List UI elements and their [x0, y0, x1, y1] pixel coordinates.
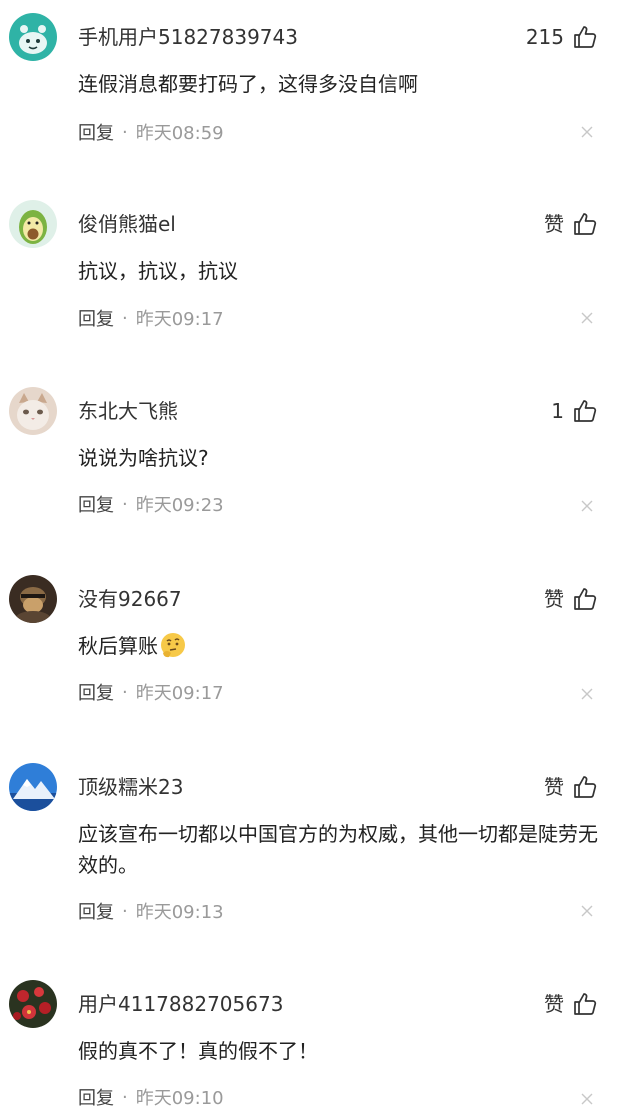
separator-dot: · [122, 681, 128, 703]
thumbs-up-icon [574, 776, 597, 798]
like-count: 赞 [544, 992, 564, 1016]
reply-button[interactable]: 回复 [78, 898, 114, 924]
reply-button[interactable]: 回复 [78, 119, 114, 145]
like-button[interactable]: 1 [551, 395, 598, 427]
dark-photo-avatar[interactable] [9, 575, 57, 623]
thumbs-up-icon [574, 26, 597, 48]
comment-text: 抗议，抗议，抗议 [78, 259, 238, 283]
close-icon[interactable] [580, 311, 594, 325]
username[interactable]: 俊俏熊猫el [78, 210, 176, 238]
close-icon[interactable] [580, 1092, 594, 1106]
reply-button[interactable]: 回复 [78, 1084, 114, 1110]
teal-creature-avatar[interactable] [9, 13, 57, 61]
red-flowers-avatar[interactable] [9, 980, 57, 1028]
username[interactable]: 没有92667 [78, 585, 182, 613]
reply-button[interactable]: 回复 [78, 679, 114, 705]
comment-text: 连假消息都要打码了，这得多没自信啊 [78, 72, 418, 96]
timestamp: 昨天09:23 [135, 495, 224, 516]
comment-text: 假的真不了！真的假不了！ [78, 1039, 318, 1063]
separator-dot: · [122, 493, 128, 515]
comment-meta: 回复 · 昨天09:10 [78, 1083, 224, 1111]
like-count: 赞 [544, 587, 564, 611]
timestamp: 昨天09:13 [135, 902, 224, 923]
comment-text-body: 秋后算账 [78, 634, 158, 658]
like-button[interactable]: 赞 [544, 988, 598, 1020]
like-count: 1 [551, 399, 564, 423]
thumbs-up-icon [574, 213, 597, 235]
reply-button[interactable]: 回复 [78, 305, 114, 331]
separator-dot: · [122, 1086, 128, 1108]
cat-avatar[interactable] [9, 387, 57, 435]
like-button[interactable]: 赞 [544, 583, 598, 615]
comment-text: 应该宣布一切都以中国官方的为权威，其他一切都是陡劳无效的。 [78, 822, 598, 877]
comment-text: 说说为啥抗议? [78, 446, 209, 470]
separator-dot: · [122, 307, 128, 329]
avocado-avatar[interactable] [9, 200, 57, 248]
close-icon[interactable] [580, 904, 594, 918]
timestamp: 昨天08:59 [135, 123, 224, 144]
close-icon[interactable] [580, 499, 594, 513]
close-icon[interactable] [580, 125, 594, 139]
like-count: 赞 [544, 775, 564, 799]
comment-meta: 回复 · 昨天08:59 [78, 118, 224, 146]
comment-text: 秋后算账 [78, 631, 598, 662]
thumbs-up-icon [574, 993, 597, 1015]
like-button[interactable]: 215 [526, 21, 598, 53]
username[interactable]: 手机用户51827839743 [78, 23, 298, 51]
close-icon[interactable] [580, 687, 594, 701]
comment-meta: 回复 · 昨天09:17 [78, 678, 224, 706]
snow-mountain-avatar[interactable] [9, 763, 57, 811]
timestamp: 昨天09:17 [135, 683, 224, 704]
like-count: 215 [525, 25, 564, 49]
username[interactable]: 东北大飞熊 [78, 397, 178, 425]
thinking-emoji-icon [161, 633, 185, 658]
separator-dot: · [122, 900, 128, 922]
separator-dot: · [122, 121, 128, 143]
username[interactable]: 顶级糯米23 [78, 773, 183, 801]
like-button[interactable]: 赞 [544, 771, 598, 803]
thumbs-up-icon [574, 588, 597, 610]
timestamp: 昨天09:17 [135, 309, 224, 330]
thumbs-up-icon [574, 400, 597, 422]
comment-meta: 回复 · 昨天09:23 [78, 490, 224, 518]
comment-meta: 回复 · 昨天09:17 [78, 304, 224, 332]
comment-meta: 回复 · 昨天09:13 [78, 897, 224, 925]
like-button[interactable]: 赞 [544, 208, 598, 240]
username[interactable]: 用户4117882705673 [78, 990, 283, 1018]
timestamp: 昨天09:10 [135, 1088, 224, 1109]
reply-button[interactable]: 回复 [78, 491, 114, 517]
like-count: 赞 [544, 212, 564, 236]
